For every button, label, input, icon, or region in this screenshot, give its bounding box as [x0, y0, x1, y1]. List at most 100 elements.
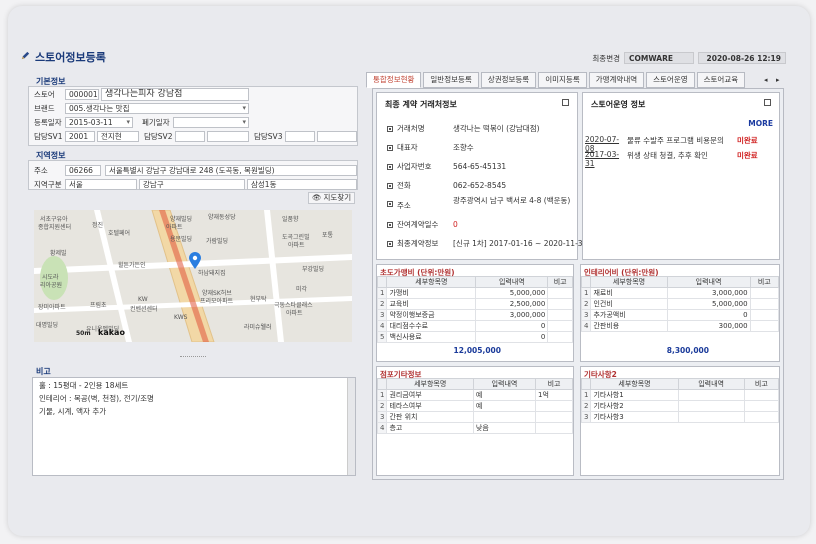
- tab-images[interactable]: 이미지등록: [538, 72, 587, 88]
- map-label: 아파트: [166, 224, 183, 231]
- tab-contracts[interactable]: 가맹계약내역: [588, 72, 645, 88]
- map-search-button[interactable]: 👁 지도찾기: [308, 192, 356, 204]
- tab-trade-area[interactable]: 상권정보등록: [480, 72, 537, 88]
- map-label: 라미슈웰러: [244, 324, 272, 331]
- note-textarea[interactable]: 홀 : 15평대 - 2인용 18세트 인테리어 : 목공(벽, 천정), 전기…: [32, 377, 356, 476]
- minimize-icon[interactable]: [764, 99, 771, 106]
- bullet-icon: [387, 240, 393, 247]
- table-row[interactable]: 5 백신사용료 0: [376, 331, 573, 343]
- map-label: 아파트: [288, 242, 305, 249]
- table-row[interactable]: 1 기타사항1: [580, 389, 780, 401]
- table-row[interactable]: 1 재료비 3,000,000: [580, 287, 780, 299]
- table-row[interactable]: 3 추가공액비 0: [580, 309, 780, 321]
- sv1-code-input[interactable]: 2001: [65, 131, 95, 142]
- map-label: 장미아파트: [38, 304, 66, 311]
- contract-row: 잔여계약일수 0: [387, 219, 458, 230]
- table-row[interactable]: 2 테라스여부 예: [376, 400, 573, 412]
- contract-row: 전화 062-652-8545: [387, 180, 506, 191]
- initial-cost-grid: 초도가맹비 (단위:만원) 세부항목명 입력내역 비고 1 가맹비 5,000,000 …: [376, 264, 574, 362]
- interior-cost-grid: 인테리어비 (단위:만원) 세부항목명 입력내역 비고 1 재료비 3,000,000 …: [580, 264, 780, 362]
- tab-education[interactable]: 스토어교육: [696, 72, 746, 88]
- map-label: 아파트: [286, 310, 303, 317]
- sv1-label: 담당SV1: [34, 132, 63, 141]
- ops-box-title: 스토어운영 정보: [591, 100, 646, 109]
- address-input[interactable]: 서울특별시 강남구 강남대로 248 (도곡동, 목원빌딩): [105, 165, 357, 176]
- tab-overview[interactable]: 통합정보현황: [366, 72, 422, 88]
- other-info-table: 세부항목명 입력내역 비고 1 기타사항1 2 기타사항2 3 기타사항3: [580, 378, 780, 423]
- map-label: 컨벤션센터: [130, 306, 158, 313]
- ops-row[interactable]: 2017-03-31 위생 상태 청결, 추후 확인 미완료: [585, 150, 779, 168]
- map-label: 부강빌딩: [302, 266, 325, 273]
- tab-next-icon[interactable]: ▸: [776, 76, 780, 84]
- map-label: KWS: [174, 314, 188, 321]
- map-label: 힐튼가든인: [118, 262, 146, 269]
- more-link[interactable]: MORE: [748, 119, 773, 128]
- sv3-code-input[interactable]: [285, 131, 315, 142]
- map-label: 양재동성당: [208, 214, 236, 221]
- tab-prev-icon[interactable]: ◂: [764, 76, 768, 84]
- map-label: 가람빌딩: [206, 238, 229, 245]
- zone-label: 지역구분: [34, 180, 62, 189]
- store-extra-grid: 점포기타정보 세부항목명 입력내역 비고 1 권리금여부 예 1억 2 테라스여부 예 3 간판…: [376, 366, 574, 476]
- map-label: 호텔페어: [108, 230, 131, 237]
- close-date-input[interactable]: [173, 117, 249, 128]
- grid-title: 인테리어비 (단위:만원): [584, 268, 659, 277]
- map-label: 정진: [92, 222, 104, 229]
- bullet-icon: [387, 201, 393, 207]
- change-label: 최종변경: [592, 53, 620, 63]
- zone2-input[interactable]: 강남구: [139, 179, 245, 190]
- store-label: 스토어: [34, 90, 55, 99]
- interior-cost-total: 8,300,000: [666, 346, 709, 355]
- map-label: 리아공원: [40, 282, 63, 289]
- minimize-icon[interactable]: [562, 99, 569, 106]
- reg-date-input[interactable]: 2015-03-11: [65, 117, 133, 128]
- zip-input[interactable]: 06266: [65, 165, 101, 176]
- store-name-input[interactable]: 생각나는피자 강남점: [101, 88, 249, 101]
- table-row[interactable]: 3 간판 위치: [376, 411, 573, 423]
- pencil-icon: [20, 50, 31, 64]
- note-line: 인테리어 : 목공(벽, 천정), 전기/조명: [39, 394, 154, 403]
- grid-title: 기타사항2: [584, 370, 617, 379]
- map-label: 일품향: [282, 216, 299, 223]
- zone1-input[interactable]: 서울: [65, 179, 137, 190]
- sv1-name-input[interactable]: 전지현: [97, 131, 139, 142]
- address-label: 주소: [34, 166, 48, 175]
- sv2-name-input[interactable]: [207, 131, 249, 142]
- tab-operations[interactable]: 스토어운영: [646, 72, 695, 88]
- note-section-title: 비고: [36, 367, 51, 376]
- table-row[interactable]: 1 권리금여부 예 1억: [376, 389, 573, 401]
- zone3-input[interactable]: 삼성1동: [247, 179, 357, 190]
- initial-cost-total: 12,005,000: [453, 346, 501, 355]
- table-row[interactable]: 4 층고 낮음: [376, 422, 573, 434]
- table-row[interactable]: 1 가맹비 5,000,000: [376, 287, 573, 299]
- note-scrollbar[interactable]: [347, 378, 355, 475]
- other-info-grid: 기타사항2 세부항목명 입력내역 비고 1 기타사항1 2 기타사항2 3 기타사항3: [580, 366, 780, 476]
- page-title-area: 스토어정보등록: [20, 49, 106, 65]
- map-label: 현부탁: [250, 296, 267, 303]
- grid-title: 점포기타정보: [380, 370, 422, 379]
- table-row[interactable]: 4 간판비용 300,000: [580, 320, 780, 332]
- sv2-code-input[interactable]: [175, 131, 205, 142]
- table-row[interactable]: 2 교육비 2,500,000: [376, 298, 573, 310]
- eye-icon: 👁: [312, 193, 322, 202]
- initial-cost-table: 세부항목명 입력내역 비고 1 가맹비 5,000,000 2 교육비 2,500,000 …: [376, 276, 573, 343]
- map-pin-icon[interactable]: [188, 252, 202, 272]
- store-code-input[interactable]: 000001: [65, 89, 99, 100]
- sv3-label: 담당SV3: [254, 132, 283, 141]
- interior-cost-table: 세부항목명 입력내역 비고 1 재료비 3,000,000 2 인건비 5,000,000 …: [580, 276, 780, 332]
- store-extra-table: 세부항목명 입력내역 비고 1 권리금여부 예 1억 2 테라스여부 예 3 간판 위치 4 층고…: [376, 378, 573, 434]
- table-row[interactable]: 3 약정이행보증금 3,000,000: [376, 309, 573, 321]
- contract-row: 주소 광주광역시 남구 백서로 4-8 (백운동): [387, 197, 579, 211]
- tab-general[interactable]: 일반정보등록: [423, 72, 479, 88]
- sv3-name-input[interactable]: [317, 131, 357, 142]
- splitter-handle[interactable]: [180, 356, 206, 359]
- brand-select[interactable]: 005.생각나는 맛집: [65, 103, 249, 114]
- table-row[interactable]: 4 대리점수수료 0: [376, 320, 573, 332]
- table-row[interactable]: 3 기타사항3: [580, 411, 780, 423]
- table-row[interactable]: 2 인건비 5,000,000: [580, 298, 780, 310]
- contract-row: 사업자번호 564-65-45131: [387, 161, 506, 172]
- map-view[interactable]: 서초구유아 종합지원센터 정진 호텔페어 양재동성당 일품향 양재빌딩 아파트 …: [34, 210, 352, 342]
- table-row[interactable]: 2 기타사항2: [580, 400, 780, 412]
- contract-row: 거래처명 생각나는 떡볶이 (강남대점): [387, 123, 540, 134]
- page-title: 스토어정보등록: [35, 51, 106, 64]
